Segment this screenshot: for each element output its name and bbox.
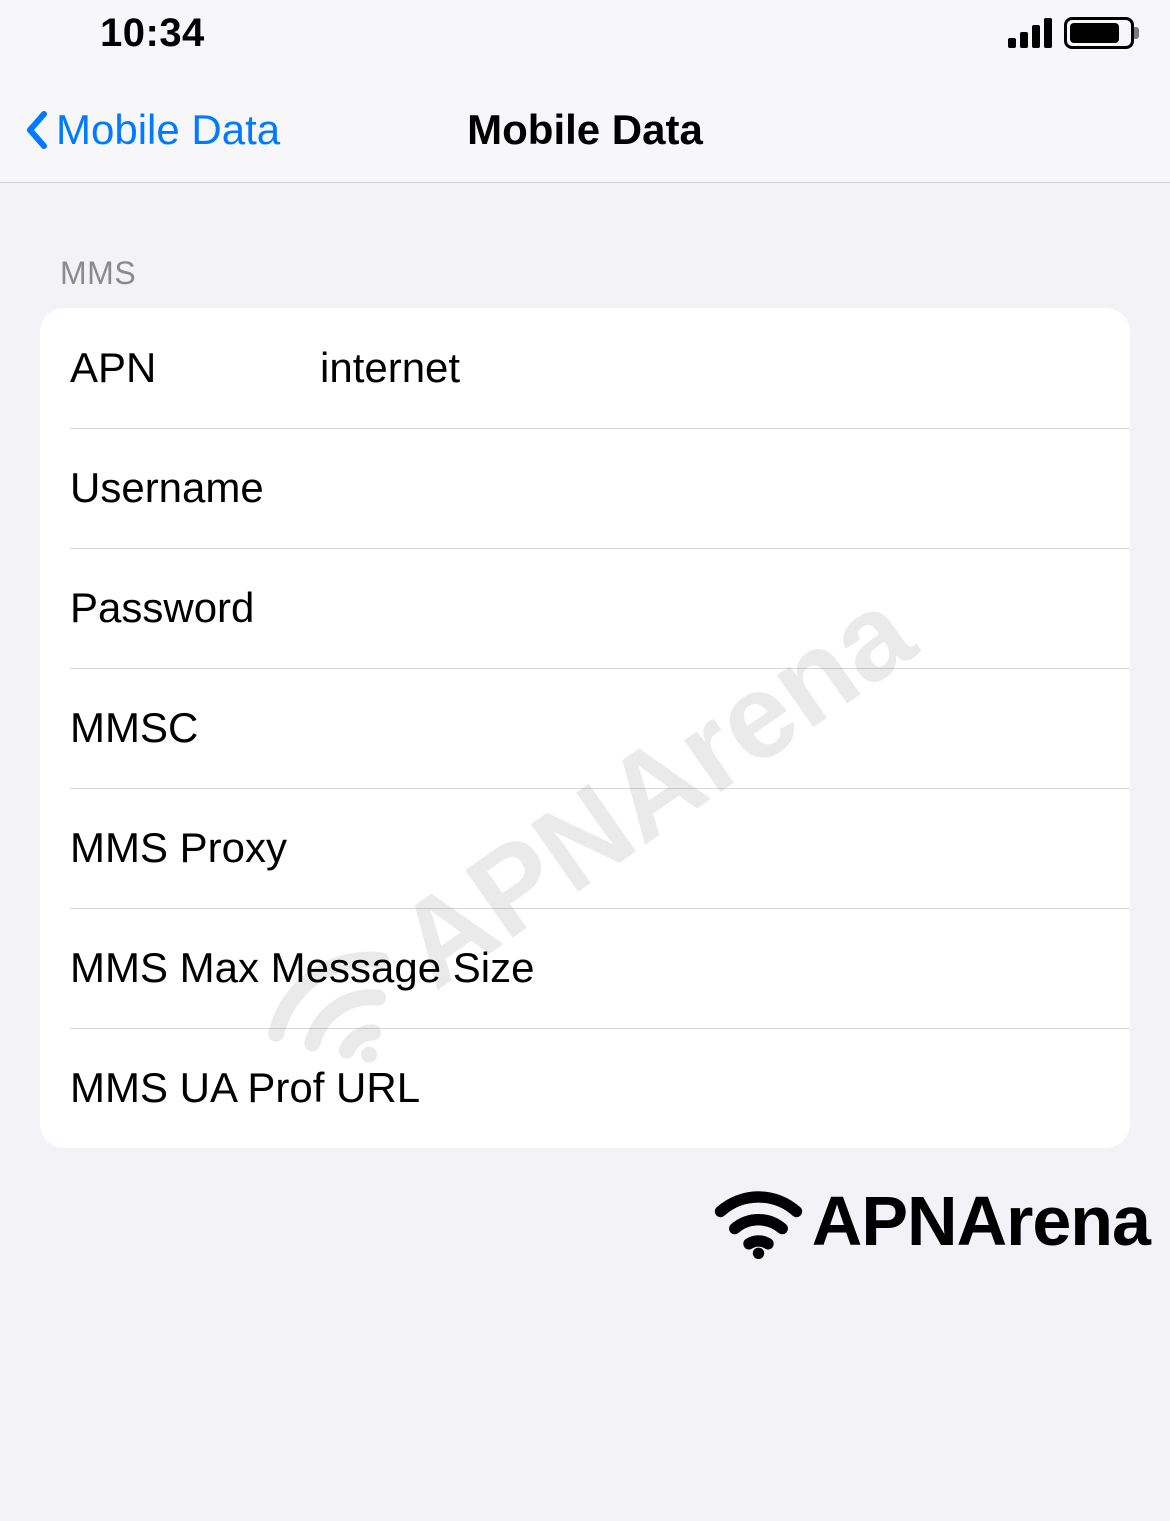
- wifi-icon: [711, 1182, 806, 1260]
- status-time: 10:34: [100, 11, 205, 56]
- back-button[interactable]: Mobile Data: [24, 106, 280, 154]
- input-mmsc[interactable]: [320, 704, 1100, 752]
- input-password[interactable]: [320, 584, 1100, 632]
- section-header-mms: MMS: [0, 183, 1170, 308]
- row-mms-ua-prof[interactable]: MMS UA Prof URL: [40, 1028, 1130, 1148]
- cellular-signal-icon: [1008, 18, 1052, 48]
- label-mms-ua-prof: MMS UA Prof URL: [70, 1064, 1100, 1112]
- page-content: MMS APN Username Password MMSC MMS Proxy…: [0, 183, 1170, 1148]
- label-mmsc: MMSC: [70, 704, 320, 752]
- watermark-bottom: APNArena: [711, 1181, 1150, 1261]
- battery-icon: [1064, 17, 1134, 49]
- row-apn[interactable]: APN: [40, 308, 1130, 428]
- row-username[interactable]: Username: [40, 428, 1130, 548]
- row-password[interactable]: Password: [40, 548, 1130, 668]
- mms-settings-group: APN Username Password MMSC MMS Proxy MMS…: [40, 308, 1130, 1148]
- label-mms-max-size: MMS Max Message Size: [70, 944, 1100, 992]
- input-mms-proxy[interactable]: [559, 824, 1100, 872]
- status-bar: 10:34: [0, 0, 1170, 66]
- label-mms-proxy: MMS Proxy: [70, 824, 559, 872]
- label-username: Username: [70, 464, 320, 512]
- back-label: Mobile Data: [56, 106, 280, 154]
- chevron-left-icon: [24, 110, 48, 150]
- nav-bar: Mobile Data Mobile Data: [0, 66, 1170, 183]
- row-mms-max-size[interactable]: MMS Max Message Size: [40, 908, 1130, 1028]
- label-password: Password: [70, 584, 320, 632]
- input-username[interactable]: [320, 464, 1100, 512]
- watermark-text: APNArena: [812, 1181, 1150, 1261]
- row-mmsc[interactable]: MMSC: [40, 668, 1130, 788]
- status-right-icons: [1008, 17, 1134, 49]
- row-mms-proxy[interactable]: MMS Proxy: [40, 788, 1130, 908]
- label-apn: APN: [70, 344, 320, 392]
- input-apn[interactable]: [320, 344, 1100, 392]
